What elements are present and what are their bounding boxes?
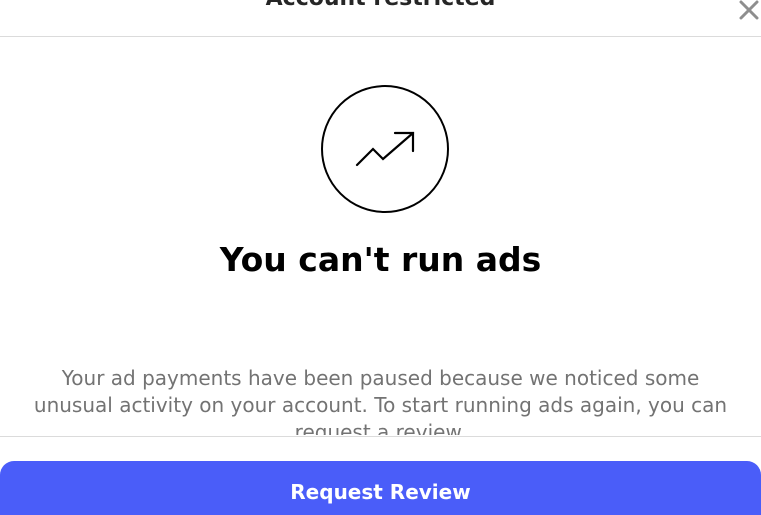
dialog-title: Account restricted [0,0,761,11]
hero-icon-circle [321,85,449,213]
footer-divider [0,436,761,437]
account-restricted-dialog: Account restricted You can't run ads You… [0,0,761,515]
dialog-header: Account restricted [0,0,761,37]
dialog-body-text: Your ad payments have been paused becaus… [33,366,728,435]
close-icon [739,0,759,20]
trending-up-icon [355,131,415,167]
close-button[interactable] [733,0,761,26]
request-review-button[interactable]: Request Review [0,461,761,515]
dialog-headline: You can't run ads [219,240,542,279]
